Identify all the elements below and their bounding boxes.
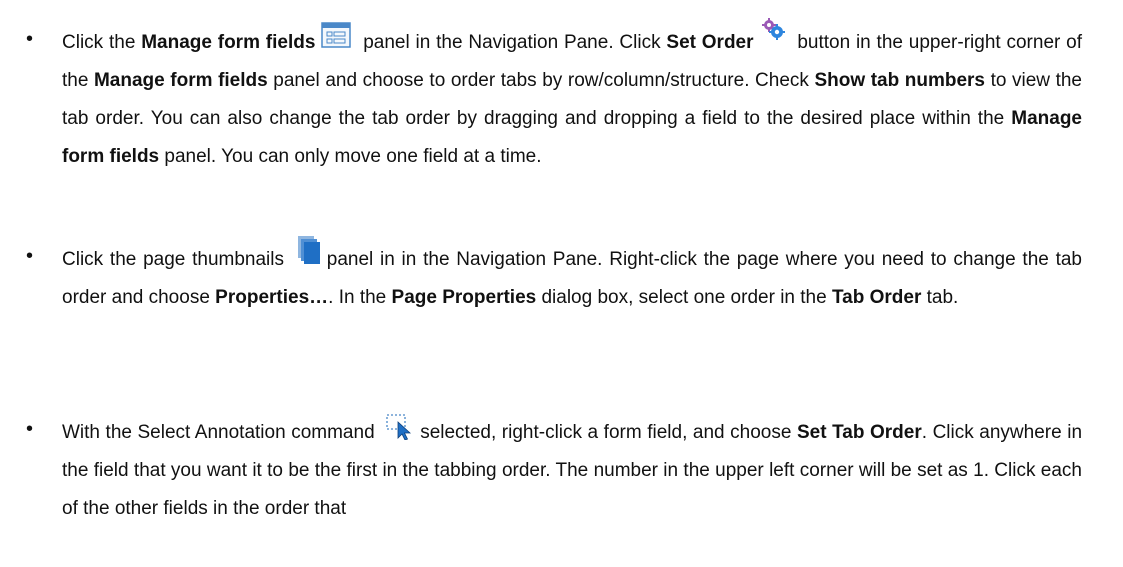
form-fields-panel-icon[interactable] bbox=[321, 22, 352, 48]
bullet: • bbox=[26, 28, 34, 50]
paragraph: With the Select Annotation command selec… bbox=[62, 414, 1082, 528]
list-item-page-thumbnails: • Click the page thumbnails panel in in … bbox=[0, 235, 1082, 317]
bullet: • bbox=[26, 418, 34, 440]
list-item-select-annotation: • With the Select Annotation command sel… bbox=[0, 414, 1082, 528]
gears-icon[interactable] bbox=[760, 17, 786, 41]
bullet: • bbox=[26, 245, 34, 267]
select-annotation-icon[interactable] bbox=[386, 414, 414, 441]
paragraph: Click the Manage form fields panel in th… bbox=[62, 17, 1082, 176]
paragraph: Click the page thumbnails panel in in th… bbox=[62, 235, 1082, 317]
page-thumbnails-icon[interactable] bbox=[297, 235, 321, 265]
list-item-manage-form-fields: • Click the Manage form fields panel in … bbox=[0, 17, 1082, 176]
